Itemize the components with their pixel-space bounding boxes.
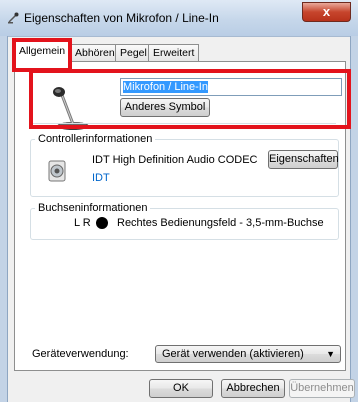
window-frame-right xyxy=(350,36,358,402)
controller-heading: Controllerinformationen xyxy=(35,133,156,145)
jack-channels: L R xyxy=(74,217,91,229)
controller-vendor-link[interactable]: IDT xyxy=(92,172,110,184)
device-usage-value: Gerät verwenden (aktivieren) xyxy=(162,348,304,360)
apply-button[interactable]: Übernehmen xyxy=(289,379,355,398)
device-name-value: Mikrofon / Line-In xyxy=(123,81,208,93)
jack-description: Rechtes Bedienungsfeld - 3,5-mm-Buchse xyxy=(117,217,324,229)
jack-color-indicator xyxy=(96,217,108,229)
device-usage-dropdown[interactable]: Gerät verwenden (aktivieren) ▼ xyxy=(155,345,341,363)
close-button[interactable]: x xyxy=(302,2,351,22)
device-name-input[interactable]: Mikrofon / Line-In xyxy=(120,78,342,96)
microphone-device-icon xyxy=(53,87,89,130)
tab-erweitert[interactable]: Erweitert xyxy=(148,44,200,61)
jack-heading: Buchseninformationen xyxy=(35,202,151,214)
cancel-button[interactable]: Abbrechen xyxy=(221,379,285,398)
microphone-icon xyxy=(8,12,19,24)
window-title: Eigenschaften von Mikrofon / Line-In xyxy=(24,11,219,25)
title-bar[interactable]: Eigenschaften von Mikrofon / Line-In x xyxy=(0,0,358,37)
controller-properties-button[interactable]: Eigenschaften xyxy=(268,150,339,169)
chevron-down-icon: ▼ xyxy=(326,349,335,359)
window-frame-left xyxy=(0,36,8,402)
tab-allgemein[interactable]: Allgemein xyxy=(14,41,71,62)
tab-abhoeren[interactable]: Abhören xyxy=(70,44,120,61)
device-usage-label: Geräteverwendung: xyxy=(32,348,129,360)
properties-dialog: Eigenschaften von Mikrofon / Line-In x A… xyxy=(0,0,358,402)
ok-button[interactable]: OK xyxy=(149,379,213,398)
audio-device-icon xyxy=(48,160,66,182)
change-icon-button[interactable]: Anderes Symbol xyxy=(120,98,210,117)
controller-name: IDT High Definition Audio CODEC xyxy=(92,154,258,166)
separator xyxy=(30,123,336,124)
tab-pegel[interactable]: Pegel xyxy=(115,44,152,61)
